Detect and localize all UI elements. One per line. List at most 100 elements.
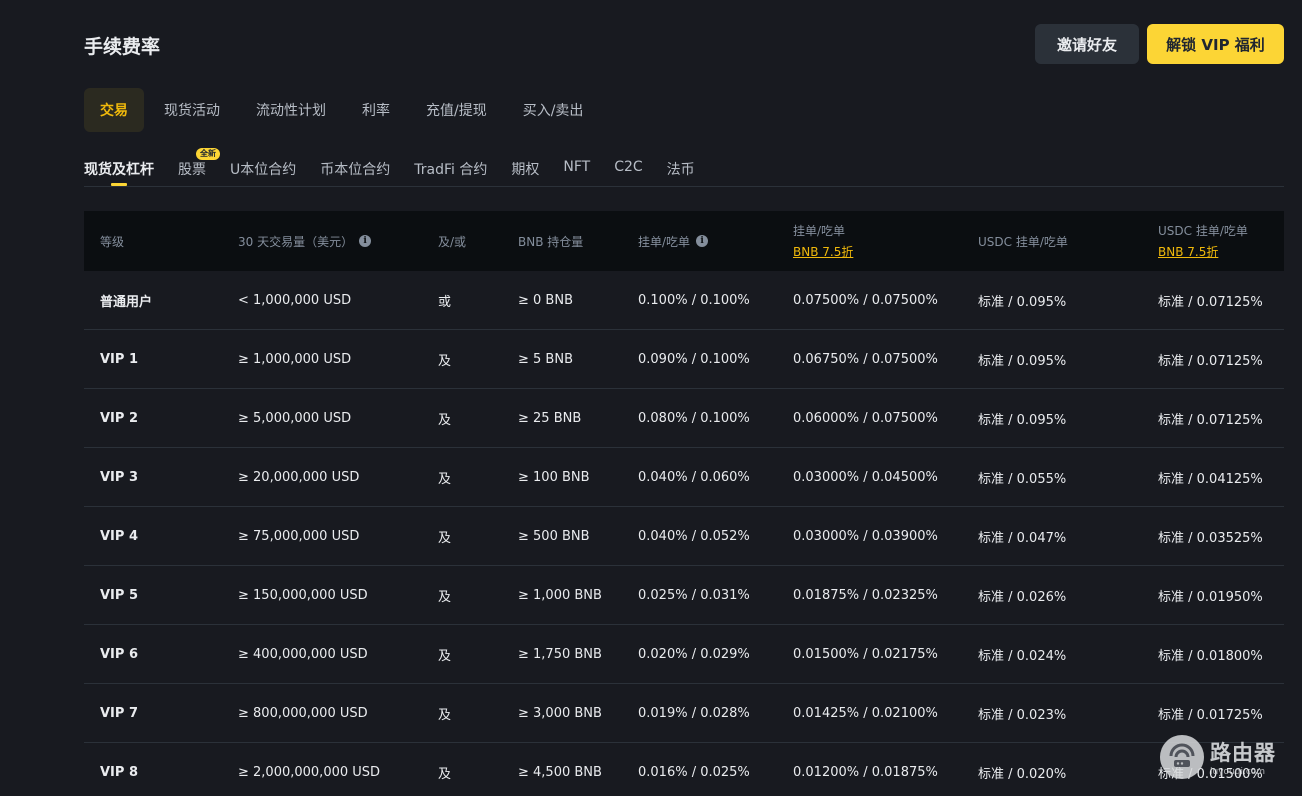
- fee-table: 等级 30 天交易量（美元） i 及/或 BNB 持仓量 挂单/吃单 i 挂单/…: [84, 211, 1284, 796]
- cell-volume: ≥ 5,000,000 USD: [238, 411, 352, 426]
- cell-maker-taker: 0.025% / 0.031%: [638, 588, 750, 603]
- invite-friends-button[interactable]: 邀请好友: [1035, 24, 1139, 64]
- cell-volume: ≥ 400,000,000 USD: [238, 647, 368, 662]
- table-header: 等级 30 天交易量（美元） i 及/或 BNB 持仓量 挂单/吃单 i 挂单/…: [84, 211, 1284, 271]
- cell-usdc: 标准 / 0.095%: [978, 295, 1067, 310]
- tab-spot-activities[interactable]: 现货活动: [148, 88, 236, 132]
- cell-maker-taker-bnb: 0.01875% / 0.02325%: [793, 588, 938, 603]
- header-and-or: 及/或: [438, 234, 467, 249]
- table-body: 普通用户 < 1,000,000 USD 或 ≥ 0 BNB 0.100% / 0.10…: [84, 271, 1284, 796]
- watermark: 路由器 luyouqi.com: [1160, 732, 1290, 782]
- info-icon[interactable]: i: [696, 235, 709, 247]
- cell-maker-taker: 0.080% / 0.100%: [638, 411, 750, 426]
- cell-level: VIP 3: [100, 470, 138, 485]
- cell-maker-taker-bnb: 0.06000% / 0.07500%: [793, 411, 938, 426]
- usdc-bnb-discount-link[interactable]: BNB 7.5折: [1158, 243, 1248, 260]
- info-icon[interactable]: i: [359, 235, 372, 247]
- table-row: VIP 3 ≥ 20,000,000 USD 及 ≥ 100 BNB 0.040% / …: [84, 448, 1284, 507]
- header-bnb-holding: BNB 持仓量: [518, 234, 584, 249]
- cell-and-or: 及: [438, 413, 452, 428]
- cell-volume: ≥ 150,000,000 USD: [238, 588, 368, 603]
- unlock-vip-button[interactable]: 解锁 VIP 福利: [1147, 24, 1284, 64]
- cell-and-or: 及: [438, 708, 452, 723]
- subtab-coinm-futures[interactable]: 币本位合约: [320, 148, 390, 186]
- cell-bnb-holding: ≥ 1,000 BNB: [518, 588, 602, 603]
- cell-bnb-holding: ≥ 500 BNB: [518, 529, 590, 544]
- subtab-c2c[interactable]: C2C: [614, 148, 642, 186]
- cell-volume: ≥ 2,000,000,000 USD: [238, 765, 381, 780]
- tab-buy-sell[interactable]: 买入/卖出: [507, 88, 600, 132]
- subtab-nft[interactable]: NFT: [563, 148, 590, 186]
- header-maker-taker-bnb: 挂单/吃单 BNB 7.5折: [793, 211, 853, 271]
- cell-bnb-holding: ≥ 5 BNB: [518, 352, 573, 367]
- header-maker-taker-bnb-label: 挂单/吃单: [793, 224, 846, 238]
- subtab-spot-margin[interactable]: 现货及杠杆: [84, 148, 154, 186]
- cell-usdc-bnb: 标准 / 0.03525%: [1158, 531, 1263, 546]
- cell-usdc-bnb: 标准 / 0.07125%: [1158, 413, 1263, 428]
- subtab-options[interactable]: 期权: [511, 148, 539, 186]
- watermark-url: luyouqi.com: [1210, 767, 1266, 777]
- cell-maker-taker-bnb: 0.03000% / 0.04500%: [793, 470, 938, 485]
- cell-volume: ≥ 20,000,000 USD: [238, 470, 360, 485]
- table-row: VIP 6 ≥ 400,000,000 USD 及 ≥ 1,750 BNB 0.020%…: [84, 625, 1284, 684]
- cell-bnb-holding: ≥ 0 BNB: [518, 293, 573, 308]
- header-volume: 30 天交易量（美元） i: [238, 211, 372, 271]
- tab-deposit-withdraw[interactable]: 充值/提现: [410, 88, 503, 132]
- cell-level: VIP 7: [100, 706, 138, 721]
- page-title: 手续费率: [84, 36, 161, 58]
- cell-level: VIP 5: [100, 588, 138, 603]
- cell-and-or: 及: [438, 649, 452, 664]
- cell-volume: ≥ 75,000,000 USD: [238, 529, 360, 544]
- cell-maker-taker: 0.040% / 0.052%: [638, 529, 750, 544]
- cell-usdc-bnb: 标准 / 0.07125%: [1158, 354, 1263, 369]
- subtab-stocks[interactable]: 股票 全新: [178, 148, 220, 186]
- cell-maker-taker-bnb: 0.07500% / 0.07500%: [793, 293, 938, 308]
- cell-and-or: 及: [438, 472, 452, 487]
- cell-usdc: 标准 / 0.023%: [978, 708, 1067, 723]
- subtab-fiat[interactable]: 法币: [667, 148, 695, 186]
- tab-trading[interactable]: 交易: [84, 88, 144, 132]
- cell-usdc: 标准 / 0.047%: [978, 531, 1067, 546]
- cell-volume: ≥ 1,000,000 USD: [238, 352, 352, 367]
- cell-level: 普通用户: [100, 295, 153, 310]
- header-volume-label: 30 天交易量（美元）: [238, 234, 354, 249]
- cell-usdc-bnb: 标准 / 0.01950%: [1158, 590, 1263, 605]
- bnb-discount-link[interactable]: BNB 7.5折: [793, 243, 853, 260]
- cell-usdc: 标准 / 0.095%: [978, 354, 1067, 369]
- table-row: VIP 4 ≥ 75,000,000 USD 及 ≥ 500 BNB 0.040% / …: [84, 507, 1284, 566]
- cell-volume: ≥ 800,000,000 USD: [238, 706, 368, 721]
- cell-maker-taker: 0.020% / 0.029%: [638, 647, 750, 662]
- header-maker-taker-label: 挂单/吃单: [638, 234, 691, 249]
- table-row: VIP 5 ≥ 150,000,000 USD 及 ≥ 1,000 BNB 0.025%…: [84, 566, 1284, 625]
- new-badge: 全新: [196, 148, 220, 160]
- cell-usdc-bnb: 标准 / 0.04125%: [1158, 472, 1263, 487]
- cell-usdc: 标准 / 0.095%: [978, 413, 1067, 428]
- cell-level: VIP 8: [100, 765, 138, 780]
- header-usdc-bnb-label: USDC 挂单/吃单: [1158, 224, 1248, 238]
- cell-usdc: 标准 / 0.024%: [978, 649, 1067, 664]
- cell-maker-taker: 0.040% / 0.060%: [638, 470, 750, 485]
- cell-usdc: 标准 / 0.026%: [978, 590, 1067, 605]
- cell-maker-taker: 0.100% / 0.100%: [638, 293, 750, 308]
- cell-maker-taker-bnb: 0.01425% / 0.02100%: [793, 706, 938, 721]
- cell-maker-taker: 0.090% / 0.100%: [638, 352, 750, 367]
- router-logo-icon: [1160, 735, 1204, 779]
- cell-maker-taker-bnb: 0.01200% / 0.01875%: [793, 765, 938, 780]
- table-row: VIP 8 ≥ 2,000,000,000 USD 及 ≥ 4,500 BNB 0.01…: [84, 743, 1284, 796]
- cell-level: VIP 6: [100, 647, 138, 662]
- cell-maker-taker: 0.019% / 0.028%: [638, 706, 750, 721]
- category-tabs: 交易 现货活动 流动性计划 利率 充值/提现 买入/卖出: [84, 88, 603, 132]
- cell-usdc-bnb: 标准 / 0.07125%: [1158, 295, 1263, 310]
- cell-level: VIP 1: [100, 352, 138, 367]
- fee-rate-page: 手续费率 邀请好友 解锁 VIP 福利 交易 现货活动 流动性计划 利率 充值/…: [0, 0, 1302, 796]
- cell-bnb-holding: ≥ 25 BNB: [518, 411, 582, 426]
- table-row: 普通用户 < 1,000,000 USD 或 ≥ 0 BNB 0.100% / 0.10…: [84, 271, 1284, 330]
- subtab-usdm-futures[interactable]: U本位合约: [230, 148, 296, 186]
- cell-usdc: 标准 / 0.020%: [978, 767, 1067, 782]
- tab-liquidity-program[interactable]: 流动性计划: [240, 88, 342, 132]
- table-row: VIP 1 ≥ 1,000,000 USD 及 ≥ 5 BNB 0.090% / 0.1…: [84, 330, 1284, 389]
- cell-and-or: 或: [438, 295, 452, 310]
- cell-maker-taker-bnb: 0.01500% / 0.02175%: [793, 647, 938, 662]
- tab-interest-rate[interactable]: 利率: [346, 88, 406, 132]
- subtab-tradfi-futures[interactable]: TradFi 合约: [414, 148, 487, 186]
